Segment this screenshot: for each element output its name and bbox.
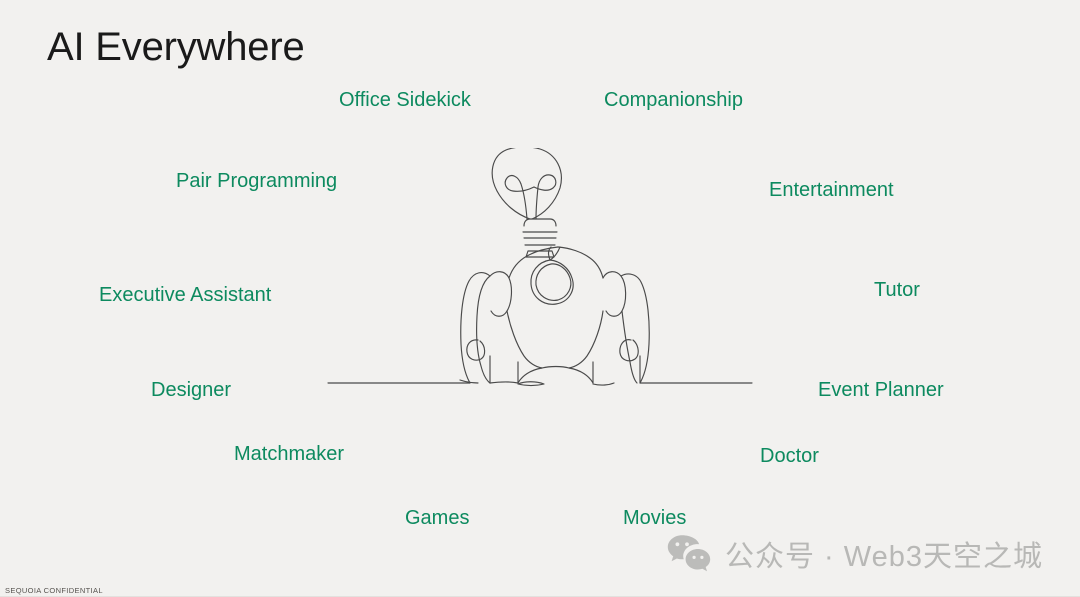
wechat-icon	[666, 534, 712, 574]
label-pair-programming: Pair Programming	[176, 170, 338, 192]
watermark-text: 公众号 · Web3天空之城	[725, 541, 1044, 573]
footer-confidential-label: SEQUOIA CONFIDENTIAL	[5, 586, 103, 595]
label-companionship: Companionship	[604, 89, 743, 111]
label-executive-assistant: Executive Assistant	[99, 284, 272, 306]
label-games: Games	[405, 507, 470, 529]
page-title: AI Everywhere	[47, 25, 305, 69]
label-designer: Designer	[151, 379, 232, 401]
label-tutor: Tutor	[874, 279, 920, 301]
label-movies: Movies	[623, 507, 687, 529]
label-entertainment: Entertainment	[769, 179, 894, 201]
label-office-sidekick: Office Sidekick	[339, 89, 471, 111]
watermark: 公众号 · Web3天空之城	[666, 533, 1043, 575]
slide-canvas: AI Everywhere Office Sidekick Companionsh…	[0, 0, 1080, 597]
lightbulb-robot-illustration	[320, 148, 760, 396]
label-matchmaker: Matchmaker	[234, 443, 345, 465]
label-event-planner: Event Planner	[818, 379, 944, 401]
label-doctor: Doctor	[760, 445, 819, 467]
